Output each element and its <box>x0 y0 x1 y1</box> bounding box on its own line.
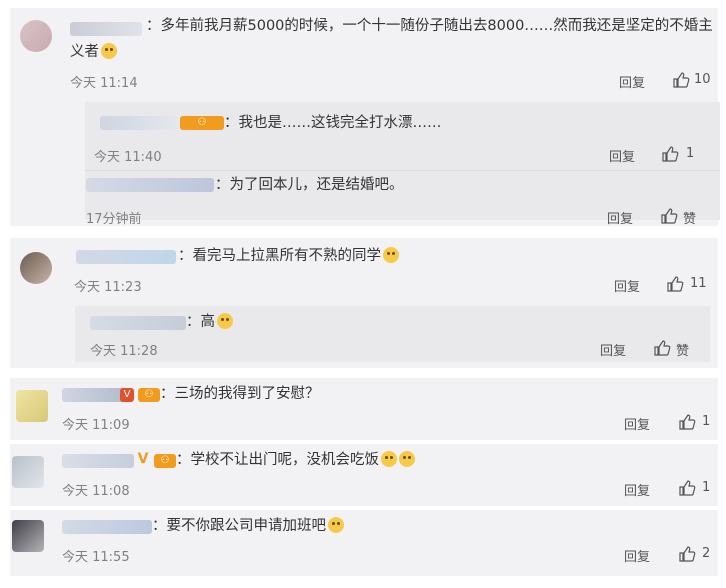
emoji-smile-icon <box>381 451 397 467</box>
like-thumb-icon[interactable] <box>678 479 696 497</box>
reply-button[interactable]: 回复 <box>624 414 650 433</box>
comment-card: ：看完马上拉黑所有不熟的同学 今天 11:23 回复 11 ：高 今天 11:2… <box>10 238 718 368</box>
like-count: 1 <box>702 414 711 429</box>
like-thumb-icon[interactable] <box>672 71 690 89</box>
fan-badge-icon: ⚇ <box>138 388 160 402</box>
reply-button[interactable]: 回复 <box>607 208 633 227</box>
like-count: 10 <box>694 72 711 87</box>
username-blurred[interactable] <box>76 250 176 264</box>
emoji-smile-icon <box>101 43 117 59</box>
fan-badge-icon: ⚇ <box>154 454 176 468</box>
reply-button[interactable]: 回复 <box>614 276 640 295</box>
like-thumb-icon[interactable] <box>653 339 671 357</box>
comment-card: V ⚇ ：三场的我得到了安慰？ 今天 11:09 回复 1 <box>10 378 718 440</box>
like-thumb-icon[interactable] <box>666 275 684 293</box>
comment-card: ：要不你跟公司申请加班吧 今天 11:55 回复 2 <box>10 510 718 576</box>
comment-time: 今天 11:55 <box>62 550 130 565</box>
like-thumb-icon[interactable] <box>660 207 678 225</box>
reply-text: ：我也是……这钱完全打水漂…… <box>224 115 442 131</box>
username-blurred[interactable] <box>70 22 142 36</box>
username-blurred[interactable] <box>100 116 178 130</box>
like-count: 2 <box>702 546 711 561</box>
like-thumb-icon[interactable] <box>678 545 696 563</box>
like-count: 1 <box>702 480 711 495</box>
avatar[interactable] <box>12 520 44 552</box>
verified-v-icon: V <box>120 388 134 402</box>
verified-v-icon: V <box>137 451 149 467</box>
divider <box>85 170 720 171</box>
comment-time: 今天 11:23 <box>74 280 142 295</box>
reply-text: ：高 <box>186 310 233 334</box>
comment-text: ：看完马上拉黑所有不熟的同学 <box>178 244 399 268</box>
like-count: 1 <box>686 146 695 161</box>
comment-time: 今天 11:09 <box>62 418 130 433</box>
reply-time: 17分钟前 <box>86 212 142 227</box>
reply-text: ：为了回本儿，还是结婚吧。 <box>215 177 404 193</box>
comment-text-line2: 义者 <box>70 40 117 64</box>
reply-time: 今天 11:40 <box>94 150 162 165</box>
comment-card: ：多年前我月薪5000的时候，一个十一随份子随出去8000……然而我还是坚定的不… <box>10 8 720 227</box>
username-blurred[interactable] <box>62 388 128 402</box>
avatar[interactable] <box>20 20 52 52</box>
comment-time: 今天 11:08 <box>62 484 130 499</box>
username-blurred[interactable] <box>86 178 214 192</box>
avatar[interactable] <box>12 456 44 488</box>
emoji-smile-icon <box>328 517 344 533</box>
reply-time: 今天 11:28 <box>90 344 158 359</box>
comment-text: ：多年前我月薪5000的时候，一个十一随份子随出去8000……然而我还是坚定的不… <box>146 18 713 34</box>
fan-badge-icon: ⚇ <box>180 116 224 130</box>
comment-text: ：要不你跟公司申请加班吧 <box>152 514 344 538</box>
reply-button[interactable]: 回复 <box>624 480 650 499</box>
comment-text: ：三场的我得到了安慰？ <box>160 386 320 402</box>
reply-button[interactable]: 回复 <box>609 146 635 165</box>
emoji-thumbs-up-icon <box>217 313 233 329</box>
avatar[interactable] <box>20 252 52 284</box>
emoji-smile-icon <box>383 247 399 263</box>
like-label[interactable]: 赞 <box>683 208 696 227</box>
like-thumb-icon[interactable] <box>678 413 696 431</box>
emoji-smile-icon <box>399 451 415 467</box>
comment-text: ：学校不让出门呢，没机会吃饭 <box>176 448 415 472</box>
like-count: 11 <box>690 276 707 291</box>
like-thumb-icon[interactable] <box>661 145 679 163</box>
like-label[interactable]: 赞 <box>676 340 689 359</box>
comment-card: V ⚇ ：学校不让出门呢，没机会吃饭 今天 11:08 回复 1 <box>10 444 718 506</box>
reply-button[interactable]: 回复 <box>600 340 626 359</box>
comment-time: 今天 11:14 <box>70 76 138 91</box>
avatar[interactable] <box>16 390 48 422</box>
reply-button[interactable]: 回复 <box>619 72 645 91</box>
username-blurred[interactable] <box>90 316 186 330</box>
username-blurred[interactable] <box>62 520 152 534</box>
username-blurred[interactable] <box>62 454 134 468</box>
reply-button[interactable]: 回复 <box>624 546 650 565</box>
